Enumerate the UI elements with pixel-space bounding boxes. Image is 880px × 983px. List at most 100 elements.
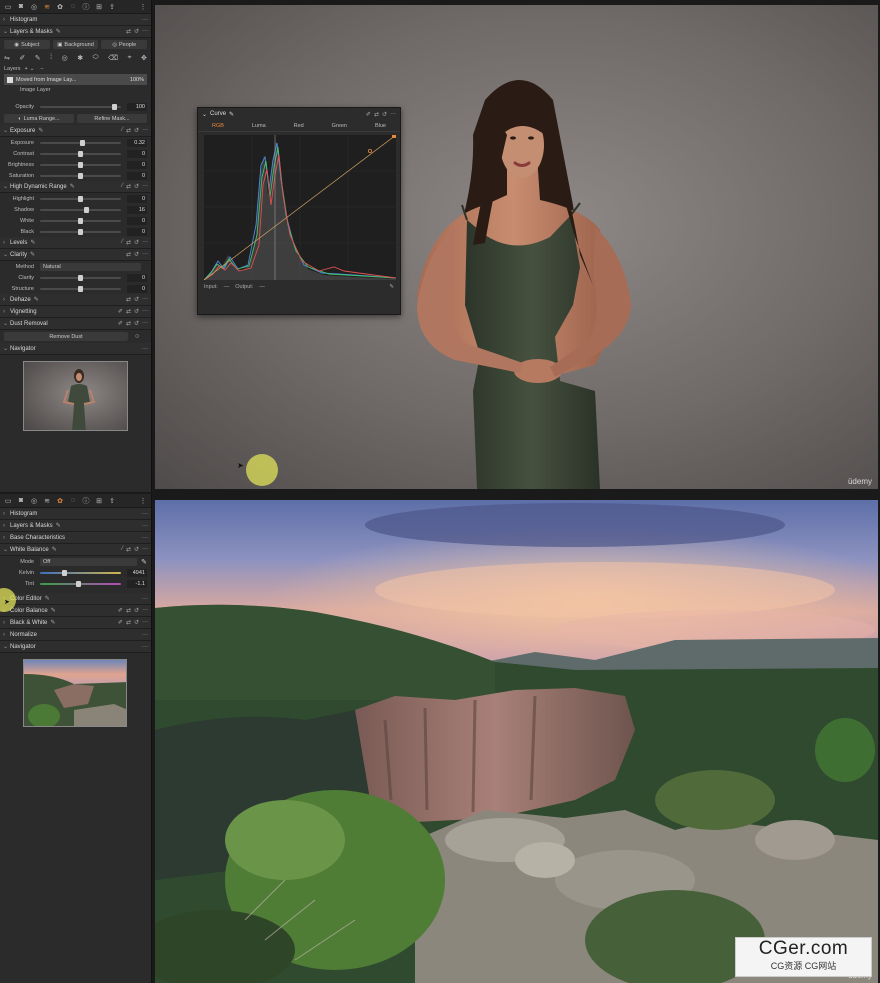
section-histogram[interactable]: › Histogram ··· — [0, 508, 151, 520]
remove-dust-button[interactable]: Remove Dust — [4, 332, 128, 341]
more-icon[interactable]: ··· — [142, 511, 148, 517]
lens-icon[interactable]: ◎ — [29, 496, 39, 506]
feather-icon[interactable]: ✥ — [141, 54, 147, 62]
slider-knob[interactable] — [84, 206, 90, 213]
curve-graph[interactable] — [203, 134, 397, 281]
exposure-slider[interactable] — [40, 150, 121, 157]
more-icon[interactable]: ··· — [142, 183, 148, 190]
section-vignetting[interactable]: › Vignetting ✐ ⇄ ↺ ··· — [0, 306, 151, 318]
gradient-icon[interactable]: ⁞ — [50, 54, 52, 61]
more-icon[interactable]: ··· — [142, 619, 148, 626]
clarity-slider[interactable] — [40, 285, 121, 292]
reset-icon[interactable]: ↺ — [134, 183, 139, 190]
reset-icon[interactable]: ↺ — [134, 296, 139, 303]
more-icon[interactable]: ⋮ — [138, 496, 148, 506]
copy-icon[interactable]: ⇄ — [126, 320, 131, 327]
export-icon[interactable]: ⇪ — [107, 2, 117, 12]
slider-value[interactable]: 0 — [127, 216, 147, 225]
hdr-slider[interactable] — [40, 195, 121, 202]
section-color-balance[interactable]: › Color Balance ✎ ✐ ⇄ ↺ ··· — [0, 605, 151, 617]
tint-value[interactable]: -1.1 — [127, 579, 147, 588]
adjust-icon[interactable]: ≋ — [42, 2, 52, 12]
section-white-balance[interactable]: ⌄ White Balance ✎ ⁄ ⇄ ↺ ··· — [0, 544, 151, 556]
refine-mask-button[interactable]: Refine Mask... — [77, 114, 147, 123]
eyedropper-icon[interactable]: ✎ — [389, 284, 394, 290]
exposure-slider[interactable] — [40, 161, 121, 168]
slider-knob[interactable] — [78, 285, 83, 292]
more-icon[interactable]: ··· — [142, 308, 148, 315]
reset-icon[interactable]: ↺ — [134, 127, 139, 134]
clarity-slider[interactable] — [40, 274, 121, 281]
eraser-icon[interactable]: ⌫ — [108, 54, 118, 62]
copy-icon[interactable]: ⇄ — [126, 296, 131, 303]
slider-value[interactable]: 0 — [127, 284, 147, 293]
reset-icon[interactable]: ↺ — [134, 239, 139, 246]
export-icon[interactable]: ⇪ — [107, 496, 117, 506]
info-icon[interactable]: ⓘ — [81, 496, 91, 506]
fill-icon[interactable]: ⬭ — [93, 54, 99, 62]
more-icon[interactable]: ··· — [142, 239, 148, 246]
section-hdr[interactable]: ⌄ High Dynamic Range ✎ ⁄ ⇄ ↺ ··· — [0, 181, 151, 193]
color-icon[interactable]: ✿ — [55, 496, 65, 506]
navigator-thumbnail[interactable] — [23, 659, 127, 727]
layer-row-selected[interactable]: Moved from Image Lay... 100% — [4, 74, 147, 85]
slider-knob[interactable] — [78, 172, 83, 179]
slider-value[interactable]: 0 — [127, 171, 147, 180]
section-color-editor[interactable]: › Color Editor ✎ ··· — [0, 593, 151, 605]
camera-icon[interactable]: ◙ — [16, 2, 26, 12]
section-navigator[interactable]: ⌄ Navigator ··· — [0, 343, 151, 355]
reset-icon[interactable]: ↺ — [382, 111, 387, 118]
auto-icon[interactable]: ⁄ — [122, 239, 123, 246]
layer-row-image[interactable]: Image Layer — [0, 85, 151, 95]
section-layers-masks[interactable]: ⌄ Layers & Masks ✎ ⇄ ↺ ··· — [0, 26, 151, 38]
slider-knob[interactable] — [78, 195, 83, 202]
more-icon[interactable]: ··· — [142, 251, 148, 258]
copy-icon[interactable]: ⇄ — [126, 308, 131, 315]
slider-knob[interactable] — [78, 274, 83, 281]
tint-slider[interactable] — [40, 580, 121, 587]
slider-value[interactable]: 0 — [127, 194, 147, 203]
tab-red[interactable]: Red — [294, 123, 304, 129]
more-icon[interactable]: ··· — [142, 346, 148, 352]
section-exposure[interactable]: ⌄ Exposure ✎ ⁄ ⇄ ↺ ··· — [0, 125, 151, 137]
copy-icon[interactable]: ⇄ — [126, 546, 131, 553]
info-icon[interactable]: ⓘ — [81, 2, 91, 12]
more-icon[interactable]: ⋮ — [138, 2, 148, 12]
section-clarity[interactable]: ⌄ Clarity ✎ ⇄ ↺ ··· — [0, 249, 151, 261]
lens-icon[interactable]: ◎ — [29, 2, 39, 12]
reset-icon[interactable]: ↺ — [134, 607, 139, 614]
add-layer-icon[interactable]: + — [25, 66, 28, 72]
detail-icon[interactable]: ◌ — [68, 2, 78, 12]
section-histogram[interactable]: › Histogram ··· — [0, 14, 151, 26]
copy-icon[interactable]: ⇄ — [126, 183, 131, 190]
slider-knob[interactable] — [78, 217, 83, 224]
pin-icon[interactable]: ✐ — [118, 619, 123, 626]
copy-icon[interactable]: ⇄ — [126, 251, 131, 258]
section-levels[interactable]: › Levels ✎ ⁄ ⇄ ↺ ··· — [0, 237, 151, 249]
tab-luma[interactable]: Luma — [252, 123, 266, 129]
section-normalize[interactable]: › Normalize ··· — [0, 629, 151, 641]
more-icon[interactable]: ··· — [142, 320, 148, 327]
section-dehaze[interactable]: › Dehaze ✎ ⇄ ↺ ··· — [0, 294, 151, 306]
tab-rgb[interactable]: RGB — [212, 123, 224, 129]
section-dust-removal[interactable]: ⌄ Dust Removal ✐ ⇄ ↺ ··· — [0, 318, 151, 330]
section-base-characteristics[interactable]: › Base Characteristics ··· — [0, 532, 151, 544]
more-icon[interactable]: ··· — [390, 111, 396, 118]
copy-icon[interactable]: ⇄ — [126, 607, 131, 614]
metadata-icon[interactable]: ⊞ — [94, 2, 104, 12]
viewer-portrait[interactable]: ūdemy ⌄ Curve ✎ ✐ ⇄ ↺ ··· RGB Luma Red G… — [155, 5, 878, 489]
more-icon[interactable]: ··· — [142, 596, 148, 602]
copy-icon[interactable]: ⇄ — [126, 239, 131, 246]
color-icon[interactable]: ✿ — [55, 2, 65, 12]
magic-brush-icon[interactable]: ✱ — [77, 54, 83, 62]
reset-icon[interactable]: ↺ — [134, 308, 139, 315]
more-icon[interactable]: ··· — [142, 17, 148, 23]
camera-icon[interactable]: ◙ — [16, 496, 26, 506]
reset-icon[interactable]: ↺ — [134, 546, 139, 553]
slider-value[interactable]: 16 — [127, 205, 147, 214]
reset-icon[interactable]: ↺ — [134, 28, 139, 35]
more-icon[interactable]: ··· — [142, 28, 148, 35]
erase-mask-icon[interactable]: ✎ — [35, 54, 41, 62]
opacity-slider[interactable] — [40, 103, 121, 110]
section-navigator[interactable]: ⌄ Navigator ··· — [0, 641, 151, 653]
